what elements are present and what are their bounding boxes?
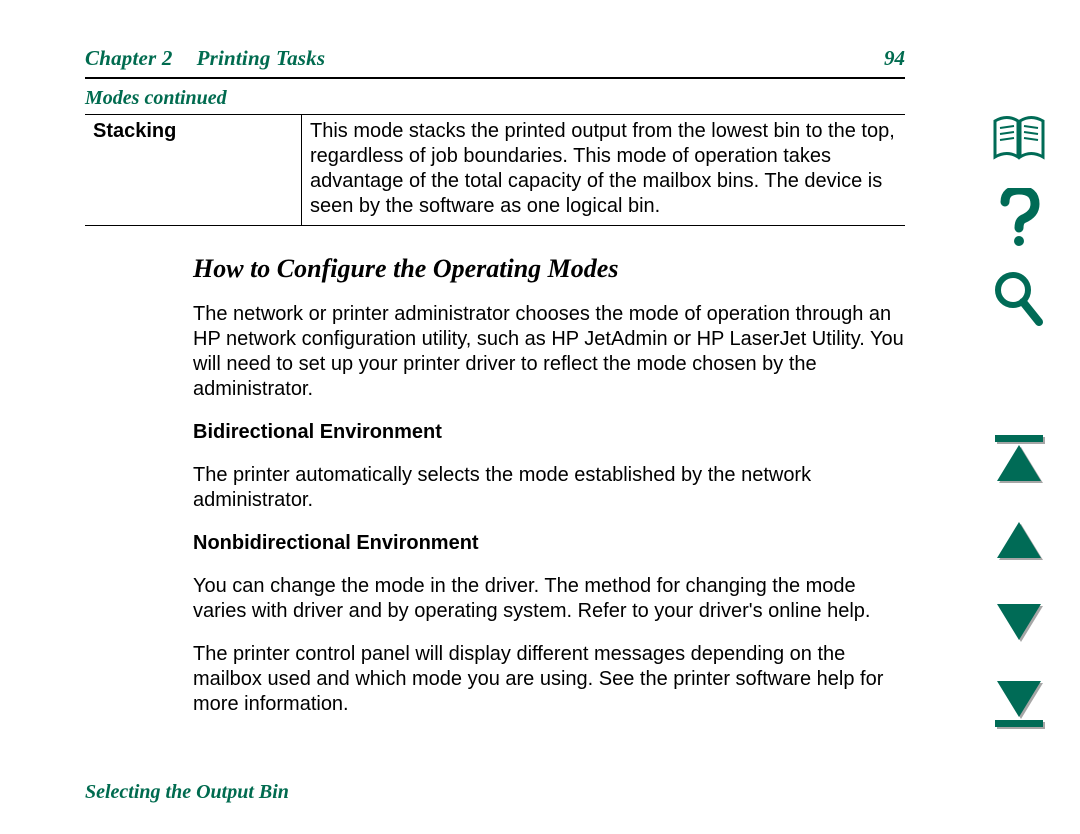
triangle-down-icon [997, 604, 1041, 640]
intro-paragraph: The network or printer administrator cho… [193, 302, 905, 402]
chapter-label: Chapter 2 [85, 46, 173, 70]
subheading: How to Configure the Operating Modes [193, 254, 905, 284]
section-continued-label: Modes continued [85, 87, 905, 110]
help-button[interactable] [991, 190, 1047, 246]
bidirectional-heading: Bidirectional Environment [193, 420, 905, 445]
page-number: 94 [884, 46, 905, 71]
question-icon [997, 188, 1041, 248]
bar-icon [995, 435, 1043, 442]
triangle-down-icon [997, 681, 1041, 717]
nonbidirectional-heading: Nonbidirectional Environment [193, 531, 905, 556]
magnifier-icon [993, 270, 1045, 326]
prev-page-button[interactable] [991, 512, 1047, 568]
triangle-up-icon [997, 522, 1041, 558]
contents-button[interactable] [991, 110, 1047, 166]
table-row: Stacking This mode stacks the printed ou… [85, 115, 905, 226]
mode-description-cell: This mode stacks the printed output from… [302, 115, 906, 226]
toolbar [988, 110, 1050, 326]
page-navigation [988, 430, 1050, 732]
header-rule [85, 77, 905, 79]
mode-name-cell: Stacking [85, 115, 302, 226]
first-page-button[interactable] [991, 430, 1047, 486]
body-content: The network or printer administrator cho… [193, 302, 905, 717]
triangle-up-icon [997, 445, 1041, 481]
book-icon [991, 115, 1047, 161]
bidirectional-paragraph: The printer automatically selects the mo… [193, 463, 905, 513]
next-page-button[interactable] [991, 594, 1047, 650]
last-page-button[interactable] [991, 676, 1047, 732]
chapter-heading: Chapter 2 Printing Tasks [85, 46, 325, 71]
modes-table: Stacking This mode stacks the printed ou… [85, 114, 905, 226]
document-page: Chapter 2 Printing Tasks 94 Modes continu… [85, 46, 905, 735]
bar-icon [995, 720, 1043, 727]
chapter-title: Printing Tasks [197, 46, 326, 70]
nonbidirectional-paragraph-1: You can change the mode in the driver. T… [193, 574, 905, 624]
search-button[interactable] [991, 270, 1047, 326]
nonbidirectional-paragraph-2: The printer control panel will display d… [193, 642, 905, 717]
page-header: Chapter 2 Printing Tasks 94 [85, 46, 905, 71]
footer-section-title: Selecting the Output Bin [85, 781, 289, 804]
